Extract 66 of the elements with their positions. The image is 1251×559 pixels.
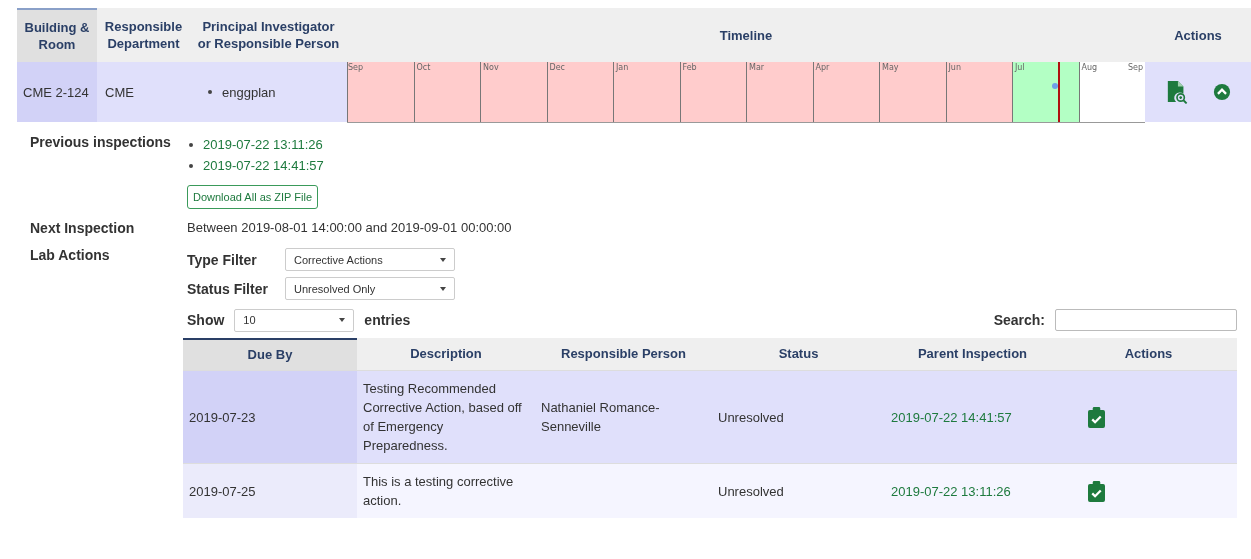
bullet-icon (208, 90, 212, 94)
month-label: Feb (682, 63, 697, 72)
field-label: Lab Actions (30, 247, 111, 265)
search-field[interactable] (1055, 309, 1237, 331)
inspection-link[interactable]: 2019-07-22 13:11:26 (891, 481, 1011, 501)
bullet-icon (189, 142, 193, 147)
month-label: May (882, 63, 899, 72)
table-cell-text: CME (104, 83, 135, 102)
caret-icon (440, 257, 446, 262)
filter-dropdown[interactable]: Corrective Actions (285, 248, 455, 271)
filter-dropdown[interactable]: Unresolved Only (285, 277, 455, 300)
month-label: Aug (1081, 63, 1098, 72)
caret-icon (339, 318, 346, 322)
inspection-link[interactable]: 2019-07-22 14:41:57 (891, 407, 1012, 427)
month-label: Jan (616, 63, 629, 72)
field-value: Between 2019-08-01 14:00:00 and 2019-09-01 00:00:00 (187, 220, 512, 236)
column-header[interactable]: Principal Investigator or Responsible Person (190, 8, 347, 62)
show-label: Show (187, 312, 225, 328)
table-cell-text: This is a testing corrective action. (362, 473, 515, 510)
person-name: enggplan (222, 83, 276, 102)
bullet-icon (189, 163, 193, 168)
month-label: Apr (815, 63, 830, 72)
column-header[interactable]: Description (357, 338, 535, 370)
download-button[interactable]: Download All as ZIP File (187, 185, 319, 209)
column-header[interactable]: Parent Inspection (885, 338, 1060, 370)
column-header[interactable]: Building & Room (17, 8, 97, 62)
filter-label: Status Filter (187, 280, 269, 297)
month-label: Jul (1015, 63, 1025, 72)
month-label: Jun (948, 63, 961, 72)
table-row[interactable]: 2019-07-25 This is a testing corrective action. Unresolved 2019-07-22 13:11:26 (183, 463, 1237, 518)
column-header[interactable]: Actions (1060, 338, 1237, 370)
month-label: Mar (749, 63, 765, 72)
month-label: Sep (1127, 63, 1143, 72)
table-cell-text: Nathaniel Romance-Senneville (541, 399, 661, 436)
field-label: Next Inspection (30, 220, 136, 236)
column-header[interactable]: Responsible Department (97, 8, 190, 62)
collapse-icon[interactable] (1212, 83, 1231, 101)
today-marker (1058, 62, 1060, 122)
document-search-icon[interactable] (1165, 80, 1188, 104)
table-cell: 2019-07-25 (183, 464, 357, 518)
column-header[interactable]: Due By (183, 338, 357, 370)
table-cell: 2019-07-23 (183, 371, 357, 463)
clipboard-check-icon[interactable] (1088, 480, 1105, 502)
month-label: Oct (416, 63, 431, 72)
entries-label: entries (364, 312, 411, 328)
month-label: Dec (549, 63, 565, 72)
inspection-link[interactable]: 2019-07-22 13:11:26 (203, 134, 323, 155)
clipboard-check-icon[interactable] (1088, 406, 1105, 428)
table-cell-text: Unresolved (717, 408, 785, 427)
inspection-link[interactable]: 2019-07-22 14:41:57 (203, 155, 324, 176)
column-header[interactable]: Timeline (347, 8, 1145, 62)
table-row[interactable]: 2019-07-23 Testing Recommended Corrective Action, based off of Emergency Preparedness. Nathaniel Romance-Senneville Unresolved 2019-07-22 14:41:57 (183, 370, 1237, 463)
entries-dropdown[interactable]: 10 (234, 308, 355, 332)
filter-label: Type Filter (187, 251, 258, 268)
table-cell-text: Unresolved (717, 482, 785, 501)
column-header[interactable]: Status (712, 338, 885, 370)
search-label: Search: (993, 312, 1045, 328)
month-label: Sep (348, 63, 364, 72)
caret-icon (440, 286, 446, 291)
column-header[interactable]: Actions (1145, 8, 1251, 62)
table-cell: CME 2-124 (17, 62, 97, 122)
inspection-dot (1052, 83, 1058, 89)
column-header[interactable]: Responsible Person (535, 338, 712, 370)
table-cell-text: Testing Recommended Corrective Action, based off of Emergency Preparedness. (362, 380, 523, 455)
month-label: Nov (483, 63, 499, 72)
field-label: Previous inspections (30, 134, 172, 152)
